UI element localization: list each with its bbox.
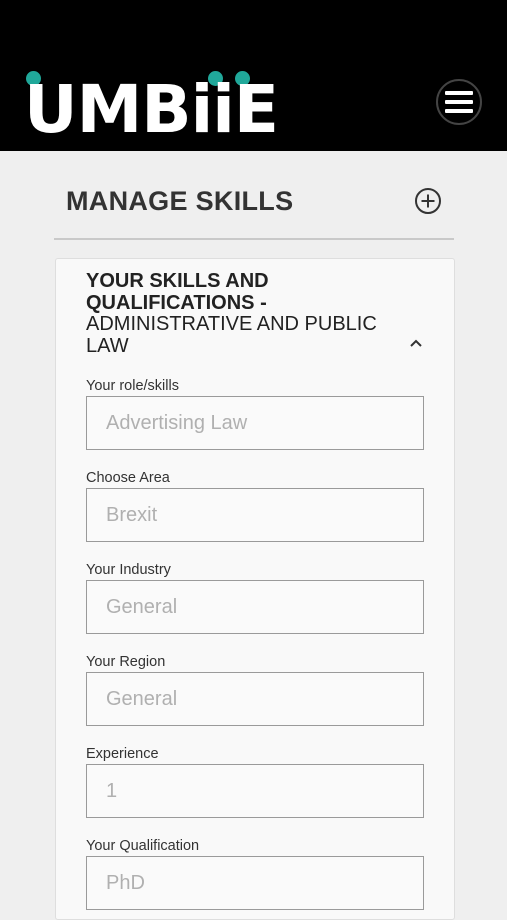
chevron-up-icon[interactable] bbox=[408, 337, 424, 349]
manage-skills-header: MANAGE SKILLS bbox=[54, 170, 454, 240]
role-skills-field: Your role/skills bbox=[86, 377, 424, 450]
field-label: Experience bbox=[86, 746, 159, 762]
field-label: Your role/skills bbox=[86, 378, 179, 394]
card-title: YOUR SKILLS AND QUALIFICATIONS - ADMINIS… bbox=[86, 270, 416, 357]
experience-field: Experience bbox=[86, 745, 424, 818]
skills-card: YOUR SKILLS AND QUALIFICATIONS - ADMINIS… bbox=[55, 258, 455, 920]
app-header: UMBiiE bbox=[0, 0, 507, 151]
logo-text: UMBiiE bbox=[24, 71, 279, 148]
field-label: Choose Area bbox=[86, 470, 170, 486]
menu-bar bbox=[445, 109, 473, 113]
menu-bar bbox=[445, 91, 473, 95]
region-field: Your Region bbox=[86, 653, 424, 726]
menu-bar bbox=[445, 100, 473, 104]
role-skills-input[interactable] bbox=[86, 396, 424, 450]
choose-area-input[interactable] bbox=[86, 488, 424, 542]
card-title-category: ADMINISTRATIVE AND PUBLIC LAW bbox=[86, 313, 377, 357]
industry-field: Your Industry bbox=[86, 561, 424, 634]
plus-circle-icon[interactable] bbox=[414, 187, 442, 215]
page-title: MANAGE SKILLS bbox=[66, 186, 294, 216]
field-label: Your Qualification bbox=[86, 838, 200, 854]
qualification-field: Your Qualification bbox=[86, 837, 424, 910]
field-label: Your Industry bbox=[86, 562, 171, 578]
choose-area-field: Choose Area bbox=[86, 469, 424, 542]
hamburger-menu-icon[interactable] bbox=[436, 79, 482, 125]
field-label: Your Region bbox=[86, 654, 166, 670]
card-title-heading: YOUR SKILLS AND QUALIFICATIONS - bbox=[86, 270, 269, 314]
region-input[interactable] bbox=[86, 672, 424, 726]
qualification-input[interactable] bbox=[86, 856, 424, 910]
industry-input[interactable] bbox=[86, 580, 424, 634]
experience-input[interactable] bbox=[86, 764, 424, 818]
